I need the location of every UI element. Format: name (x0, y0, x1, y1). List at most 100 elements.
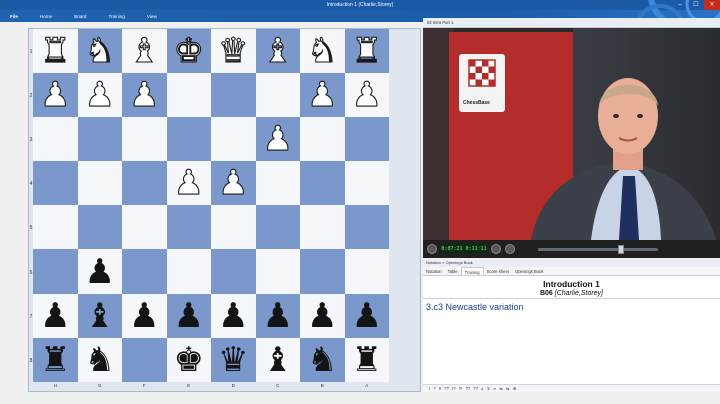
square[interactable] (33, 249, 78, 294)
square[interactable]: ♝ (122, 29, 167, 74)
square[interactable] (166, 117, 211, 162)
white-pawn-icon[interactable]: ♟ (351, 78, 383, 113)
black-pawn-icon[interactable]: ♟ (263, 299, 293, 333)
black-king-icon[interactable]: ♚ (174, 343, 204, 377)
square[interactable]: ♟ (211, 161, 256, 206)
chessboard[interactable]: ♜ ♞ ♝ ♚ ♛ ♝ ♞ ♜ ♟ ♟ ♟ ♟ ♟ ♟ ♟ ♟ ♟ ♟ ♝ ♟ ♟ ♟ ♟ ♟ ♟ ♜ ♞ ♚ ♛ ♝ ♞ ♜ (33, 29, 389, 382)
square[interactable] (300, 117, 345, 162)
square[interactable] (77, 161, 122, 206)
square[interactable]: ♟ (122, 73, 167, 118)
menu-view[interactable]: View (136, 14, 168, 19)
square[interactable]: ♟ (300, 293, 345, 338)
black-rook-icon[interactable]: ♜ (40, 343, 70, 377)
white-pawn-icon[interactable]: ♟ (262, 122, 294, 157)
square[interactable]: ♟ (344, 293, 389, 338)
white-pawn-icon[interactable]: ♟ (217, 166, 249, 201)
square[interactable]: ♜ (33, 29, 78, 74)
seekbar-handle[interactable] (618, 245, 624, 254)
video-player[interactable]: ChessBase (423, 28, 720, 240)
tab-notation[interactable]: Notation (423, 267, 445, 275)
square[interactable] (33, 117, 78, 162)
white-knight-icon[interactable]: ♞ (84, 33, 116, 68)
white-bishop-icon[interactable]: ♝ (262, 33, 294, 68)
white-pawn-icon[interactable]: ♟ (84, 78, 116, 113)
menu-home[interactable]: Home (29, 14, 63, 19)
square[interactable]: ♝ (255, 337, 300, 382)
square[interactable]: ♛ (211, 337, 256, 382)
square[interactable] (300, 249, 345, 294)
square[interactable]: ♟ (122, 293, 167, 338)
square[interactable] (211, 249, 256, 294)
square[interactable]: ♟ (344, 73, 389, 118)
white-pawn-icon[interactable]: ♟ (39, 78, 71, 113)
square[interactable] (344, 161, 389, 206)
square[interactable] (255, 161, 300, 206)
black-queen-icon[interactable]: ♛ (218, 343, 248, 377)
square[interactable] (122, 117, 167, 162)
square[interactable] (166, 205, 211, 250)
tab-openings-book[interactable]: Openings Book (512, 267, 547, 275)
tab-table[interactable]: Table (445, 267, 461, 275)
video-tab[interactable]: 02 Intro Part 1 (423, 18, 720, 28)
square[interactable]: ♜ (344, 337, 389, 382)
square[interactable]: ♜ (344, 29, 389, 74)
square[interactable] (166, 73, 211, 118)
square[interactable] (77, 205, 122, 250)
tab-training[interactable]: Training (460, 267, 484, 275)
black-knight-icon[interactable]: ♞ (85, 343, 115, 377)
square[interactable] (122, 337, 167, 382)
black-pawn-icon[interactable]: ♟ (307, 299, 337, 333)
square[interactable]: ♝ (77, 293, 122, 338)
square[interactable]: ♚ (166, 29, 211, 74)
square[interactable] (166, 249, 211, 294)
black-pawn-icon[interactable]: ♟ (174, 299, 204, 333)
square[interactable] (211, 205, 256, 250)
square[interactable] (300, 161, 345, 206)
black-bishop-icon[interactable]: ♝ (263, 343, 293, 377)
square[interactable] (344, 117, 389, 162)
tab-score-sheet[interactable]: Score sheet (484, 267, 512, 275)
square[interactable]: ♚ (166, 337, 211, 382)
black-pawn-icon[interactable]: ♟ (352, 299, 382, 333)
square[interactable] (255, 205, 300, 250)
square[interactable]: ♟ (33, 73, 78, 118)
square[interactable]: ♟ (166, 161, 211, 206)
square[interactable] (211, 117, 256, 162)
menu-file[interactable]: File (0, 14, 29, 19)
white-pawn-icon[interactable]: ♟ (128, 78, 160, 113)
square[interactable]: ♝ (255, 29, 300, 74)
square[interactable]: ♟ (300, 73, 345, 118)
square[interactable]: ♜ (33, 337, 78, 382)
square[interactable] (255, 249, 300, 294)
square[interactable] (344, 205, 389, 250)
move-comment[interactable]: 3.c3 Newcastle variation (426, 302, 524, 312)
square[interactable]: ♟ (77, 73, 122, 118)
menu-board[interactable]: Board (63, 14, 97, 19)
menu-training[interactable]: Training (97, 14, 135, 19)
square[interactable] (300, 205, 345, 250)
black-pawn-icon[interactable]: ♟ (129, 299, 159, 333)
white-pawn-icon[interactable]: ♟ (306, 78, 338, 113)
square[interactable]: ♛ (211, 29, 256, 74)
square[interactable]: ♟ (255, 293, 300, 338)
white-rook-icon[interactable]: ♜ (39, 33, 71, 68)
square[interactable] (33, 161, 78, 206)
video-seekbar[interactable] (538, 248, 658, 251)
black-pawn-icon[interactable]: ♟ (218, 299, 248, 333)
white-rook-icon[interactable]: ♜ (351, 33, 383, 68)
white-knight-icon[interactable]: ♞ (306, 33, 338, 68)
square[interactable] (344, 249, 389, 294)
square[interactable] (122, 205, 167, 250)
forward-button[interactable] (505, 244, 515, 254)
square[interactable]: ♞ (300, 337, 345, 382)
black-pawn-icon[interactable]: ♟ (40, 299, 70, 333)
square[interactable] (211, 73, 256, 118)
black-rook-icon[interactable]: ♜ (352, 343, 382, 377)
square[interactable]: ♟ (255, 117, 300, 162)
square[interactable] (33, 205, 78, 250)
white-bishop-icon[interactable]: ♝ (128, 33, 160, 68)
pause-button[interactable] (427, 244, 437, 254)
square[interactable]: ♞ (77, 29, 122, 74)
black-pawn-icon[interactable]: ♟ (85, 255, 115, 289)
square[interactable]: ♟ (33, 293, 78, 338)
